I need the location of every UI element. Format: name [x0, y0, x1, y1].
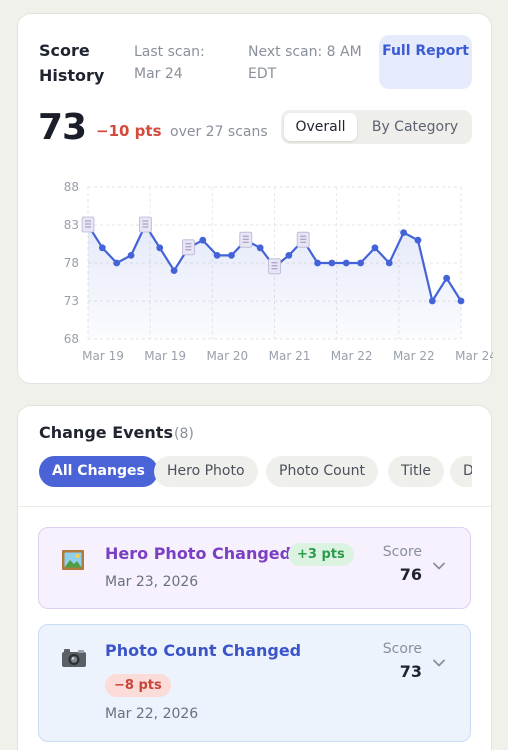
chevron-down-icon[interactable]: [431, 558, 447, 578]
points-badge: +3 pts: [288, 543, 354, 566]
score-delta: −10 pts: [96, 122, 162, 140]
data-point: [199, 236, 207, 244]
filter-all-changes[interactable]: All Changes: [39, 456, 158, 487]
data-point: [371, 244, 379, 252]
data-point: [98, 244, 106, 252]
x-tick-label: Mar 24: [455, 349, 493, 363]
filter-hero-photo[interactable]: Hero Photo: [154, 456, 258, 487]
data-point: [314, 259, 321, 267]
filter-more[interactable]: D: [450, 456, 472, 487]
x-tick-label: Mar 20: [206, 349, 248, 363]
current-score: 73: [38, 107, 87, 148]
event-score: 76: [399, 565, 422, 584]
score-history-title: Score History: [39, 41, 105, 85]
points-badge: −8 pts: [105, 674, 171, 697]
tab-overall[interactable]: Overall: [284, 113, 357, 141]
data-point: [285, 252, 293, 259]
tab-by-category[interactable]: By Category: [361, 113, 469, 141]
event-photo-count-changed[interactable]: Photo Count Changed −8 pts Mar 22, 2026 …: [38, 624, 471, 742]
event-marker-icon[interactable]: [182, 239, 195, 256]
data-point: [170, 267, 178, 274]
y-tick-label: 83: [64, 218, 79, 232]
divider: [18, 506, 491, 507]
data-point: [400, 229, 408, 236]
data-point: [443, 274, 451, 282]
change-events-count: (8): [174, 426, 194, 442]
x-tick-label: Mar 19: [144, 349, 186, 363]
chevron-down-icon[interactable]: [431, 655, 447, 675]
data-point: [342, 259, 350, 267]
score-history-card: Score History Last scan: Mar 24 Next sca…: [17, 13, 493, 384]
event-marker-icon[interactable]: [296, 231, 310, 248]
event-date: Mar 23, 2026: [105, 574, 199, 590]
last-scan-text: Last scan: Mar 24: [134, 44, 205, 82]
event-marker-icon[interactable]: [81, 216, 95, 233]
filter-chips: All Changes Hero Photo Photo Count Title…: [39, 456, 472, 488]
camera-icon: [61, 647, 87, 674]
view-toggle: Overall By Category: [281, 110, 472, 144]
y-tick-label: 78: [64, 256, 79, 270]
data-point: [428, 297, 436, 305]
y-tick-label: 68: [64, 332, 79, 346]
data-point: [127, 252, 135, 259]
next-scan-text: Next scan: 8 AM EDT: [248, 44, 362, 82]
data-point: [228, 252, 235, 259]
event-marker-icon[interactable]: [239, 231, 253, 248]
event-marker-icon[interactable]: [138, 216, 152, 233]
event-title: Photo Count Changed: [105, 641, 302, 660]
score-history-chart: 8883787368Mar 19 Mar 19 Mar 20 Mar 21 Mar 22…: [64, 180, 493, 363]
event-date: Mar 22, 2026: [105, 706, 199, 722]
data-point: [328, 259, 336, 267]
data-point: [213, 252, 221, 259]
x-tick-label: Mar 22: [393, 349, 435, 363]
data-point: [256, 244, 264, 252]
data-point: [457, 297, 465, 305]
event-hero-photo-changed[interactable]: Hero Photo Changed +3 pts Mar 23, 2026 S…: [38, 527, 471, 609]
framed-picture-icon: [61, 548, 85, 577]
score-label: Score: [382, 641, 422, 657]
change-events-title: Change Events: [39, 423, 173, 442]
data-point: [414, 236, 422, 244]
score-label: Score: [382, 544, 422, 560]
x-tick-label: Mar 22: [331, 349, 373, 363]
x-tick-label: Mar 21: [269, 349, 311, 363]
data-point: [385, 259, 393, 267]
scan-count-text: over 27 scans: [170, 124, 268, 140]
event-marker-icon[interactable]: [268, 258, 281, 275]
filter-title[interactable]: Title: [388, 456, 445, 487]
y-tick-label: 88: [64, 180, 79, 194]
data-point: [156, 244, 164, 252]
x-tick-label: Mar 19: [82, 349, 124, 363]
y-tick-label: 73: [64, 294, 79, 308]
event-title: Hero Photo Changed: [105, 544, 292, 563]
filter-photo-count[interactable]: Photo Count: [266, 456, 378, 487]
data-point: [113, 259, 121, 267]
event-score: 73: [399, 662, 422, 681]
data-point: [357, 259, 364, 267]
full-report-button[interactable]: Full Report: [379, 35, 472, 89]
change-events-card: Change Events (8) All Changes Hero Photo…: [17, 405, 492, 750]
